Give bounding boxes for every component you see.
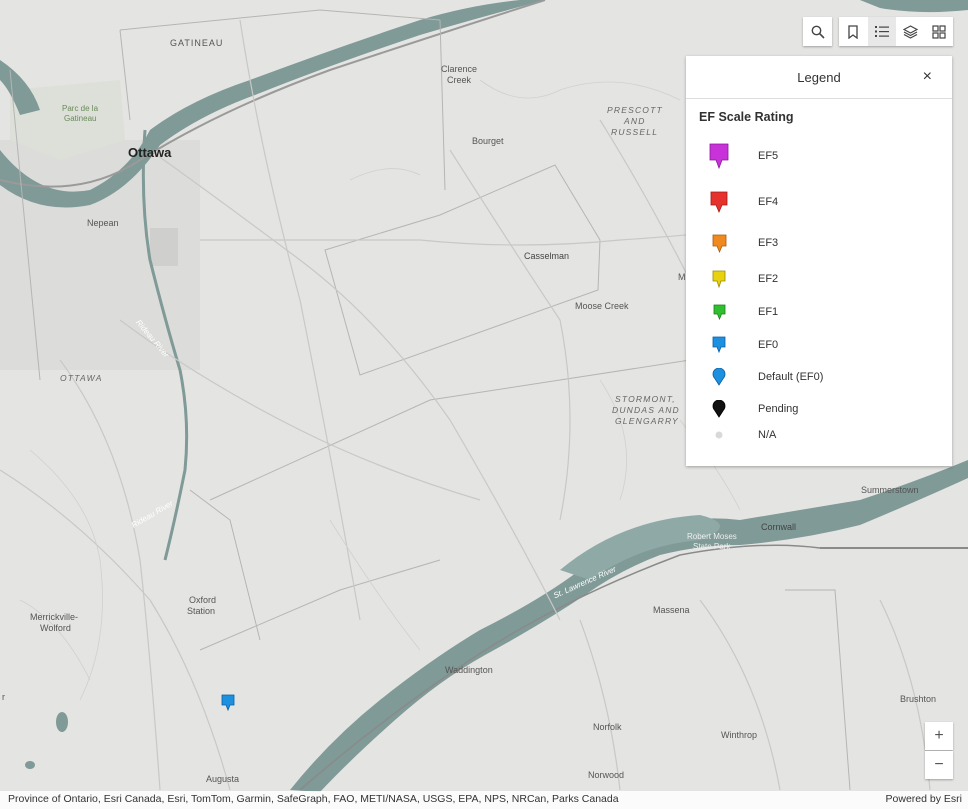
default-round-pin-icon [712,368,726,386]
region-label-stormont: STORMONT, [615,394,676,404]
place-label-massena: Massena [653,605,690,615]
place-label-nepean: Nepean [87,218,119,228]
region-label-prescott: PRESCOTT [607,105,663,115]
zoom-out-button[interactable]: − [925,751,953,779]
legend-item-default-ef0: Default (EF0) [700,365,940,389]
legend-item-na: N/A [700,423,940,447]
place-label-parc-gatineau: Gatineau [64,114,97,123]
place-label-brushton: Brushton [900,694,937,704]
ef1-pin-icon [713,304,725,321]
legend-list-icon [874,26,889,37]
attribution-sources[interactable]: Province of Ontario, Esri Canada, Esri, … [8,793,619,805]
place-label-moose-creek: Moose Creek [575,301,629,311]
search-icon [811,25,825,39]
legend-header: Legend × [686,56,952,99]
legend-item-label: EF4 [758,196,779,208]
legend-item-label: EF3 [758,237,779,249]
legend-button[interactable] [867,17,896,46]
legend-item-label: Default (EF0) [758,371,824,383]
place-label-parc-la: Parc de la [62,104,99,113]
legend-item-ef4: EF4 [700,190,940,214]
place-label-merrickville: Merrickville- [30,612,78,622]
legend-item-pending: Pending [700,397,940,421]
basemap-gallery-button[interactable] [925,17,954,46]
ef4-pin-icon [710,191,728,214]
legend-close-button[interactable]: × [923,68,932,86]
place-label-winthrop: Winthrop [721,730,758,740]
layers-button[interactable] [896,17,925,46]
place-label-augusta: Augusta [206,774,240,784]
ef3-pin-icon [712,234,726,253]
legend-item-label: EF0 [758,339,779,351]
region-label-russell: RUSSELL [611,127,659,137]
place-label-clarence: Clarence [441,64,478,74]
legend-item-ef5: EF5 [700,143,940,170]
legend-item-ef3: EF3 [700,231,940,255]
legend-title: Legend [797,69,841,85]
ef0-pin-icon [712,336,726,354]
zoom-in-button[interactable]: + [925,722,953,750]
place-label-summerstown: Summerstown [861,485,919,495]
legend-item-ef1: EF1 [700,300,940,324]
place-label-gatineau: GATINEAU [170,38,224,48]
legend-item-label: EF1 [758,306,779,318]
place-label-station: Station [187,606,216,616]
place-label-cornwall: Cornwall [761,522,797,532]
region-label-glengarry: GLENGARRY [615,416,679,426]
ef2-pin-icon [712,270,726,289]
ef5-pin-icon [709,143,729,170]
na-dot-icon [715,431,723,439]
place-label-casselman: Casselman [524,251,570,261]
bookmark-icon [848,24,858,39]
place-label-bourget: Bourget [472,136,504,146]
layers-icon [902,24,918,39]
tornado-marker-ef0[interactable] [221,694,235,712]
pending-round-pin-icon [712,400,726,418]
place-label-edge-r: r [2,692,5,702]
place-label-state-park: State Park [693,542,731,551]
legend-item-label: EF2 [758,273,779,285]
region-label-dundas: DUNDAS AND [612,405,680,415]
legend-item-label: N/A [758,429,777,441]
basemap-gallery-icon [932,24,946,39]
search-button[interactable] [803,17,832,46]
place-label-oxford: Oxford [189,595,217,605]
attribution-bar: Province of Ontario, Esri Canada, Esri, … [0,791,968,809]
place-label-edge-m: M [678,272,686,282]
region-label-ottawa: OTTAWA [60,373,103,383]
legend-item-ef0: EF0 [700,333,940,357]
powered-by-esri[interactable]: Powered by Esri [886,793,962,805]
legend-panel: Legend × EF Scale Rating EF5 EF4 EF3 EF2… [686,56,952,466]
place-label-norwood: Norwood [588,770,625,780]
legend-item-label: Pending [758,403,799,415]
place-label-robert-moses: Robert Moses [687,532,737,541]
place-label-norfolk: Norfolk [593,722,622,732]
bookmarks-button[interactable] [839,17,868,46]
search-toolbar [803,17,832,46]
place-label-ottawa: Ottawa [128,145,172,160]
legend-subtitle: EF Scale Rating [699,110,794,124]
widget-toolbar [839,17,953,46]
place-label-waddington: Waddington [445,665,493,675]
place-label-creek: Creek [447,75,472,85]
region-label-and: AND [624,116,646,126]
place-label-wolford: Wolford [40,623,71,633]
legend-item-ef2: EF2 [700,267,940,291]
legend-item-label: EF5 [758,150,779,162]
